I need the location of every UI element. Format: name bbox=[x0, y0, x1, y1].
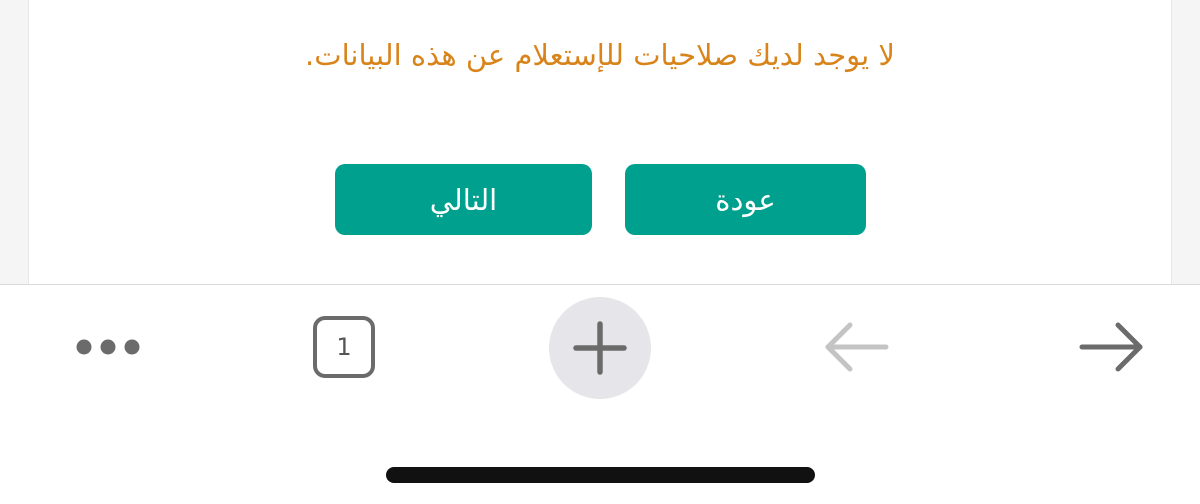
dialog-card: لا يوجد لديك صلاحيات للإستعلام عن هذه ال… bbox=[28, 0, 1172, 284]
permission-error-message: لا يوجد لديك صلاحيات للإستعلام عن هذه ال… bbox=[305, 38, 895, 72]
tabs-icon: 1 bbox=[313, 316, 375, 378]
browser-forward-button[interactable] bbox=[1072, 313, 1152, 381]
arrow-right-icon bbox=[1079, 322, 1143, 372]
tab-count: 1 bbox=[336, 333, 352, 361]
tabs-button[interactable]: 1 bbox=[304, 309, 384, 385]
browser-toolbar: 1 bbox=[0, 284, 1200, 504]
next-button[interactable]: التالي bbox=[335, 164, 592, 235]
plus-icon bbox=[573, 321, 627, 375]
ellipsis-icon bbox=[76, 339, 140, 355]
new-tab-button[interactable] bbox=[549, 297, 651, 399]
arrow-left-icon bbox=[825, 322, 889, 372]
back-button[interactable]: عودة bbox=[625, 164, 866, 235]
more-options-button[interactable] bbox=[68, 325, 148, 369]
home-indicator[interactable] bbox=[386, 467, 815, 483]
browser-back-button[interactable] bbox=[816, 313, 896, 381]
